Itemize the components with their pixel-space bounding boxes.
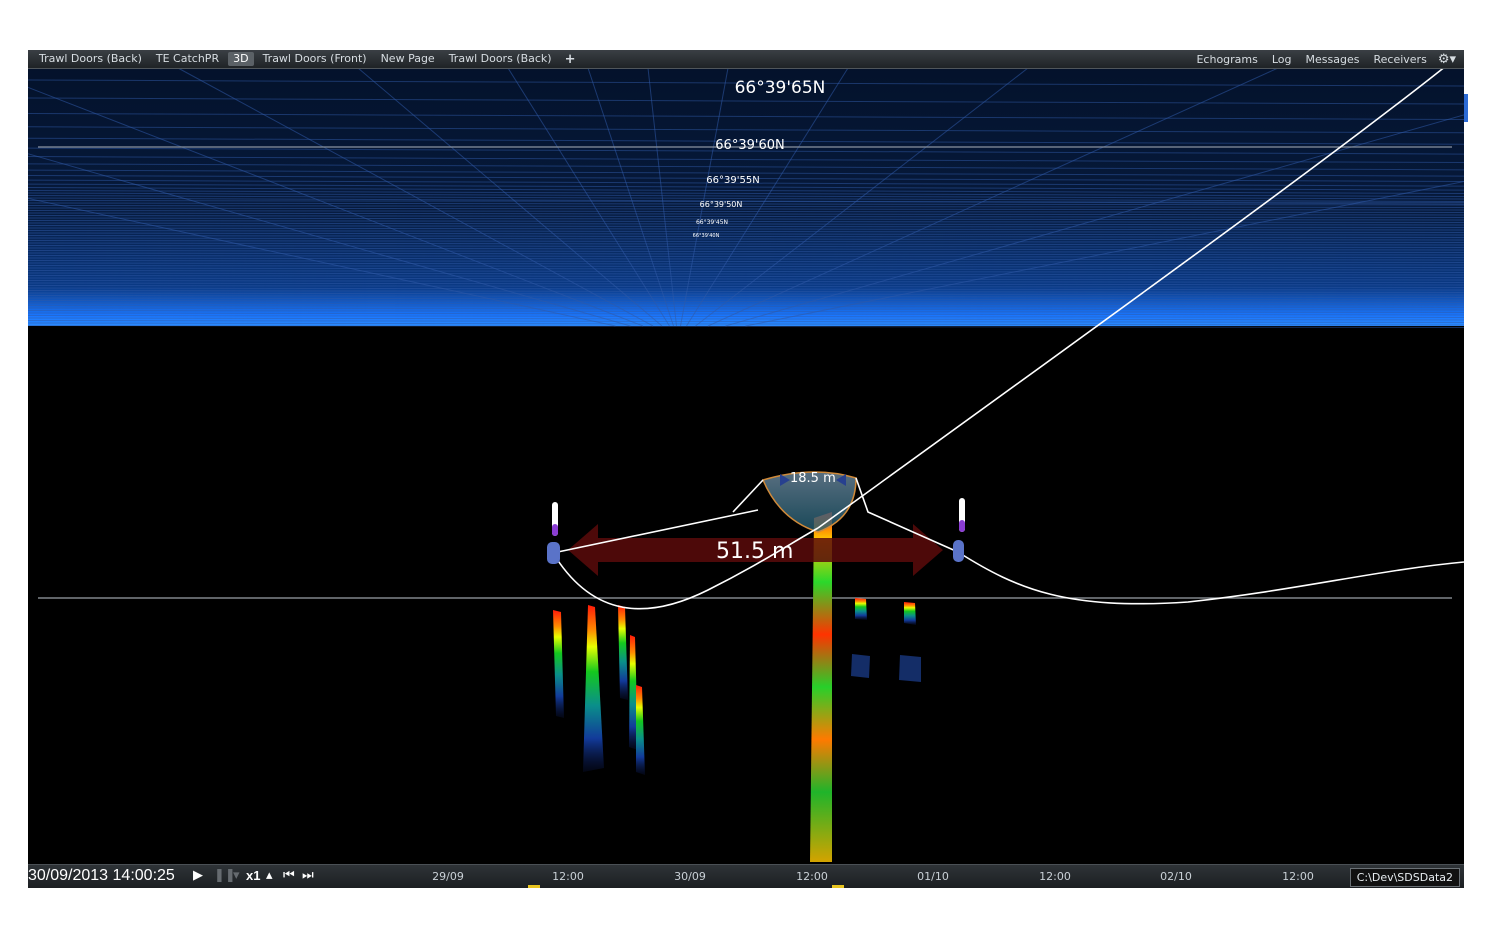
app-window: 66°39'65N 66°39'60N 66°39'55N 66°39'50N …: [28, 50, 1464, 888]
echogram-column: [899, 655, 921, 682]
net-opening-value: 18.5 m: [790, 471, 836, 486]
page-tabs: Trawl Doors (Back) TE CatchPR 3D Trawl D…: [32, 50, 582, 68]
timeline-tick: 02/10: [1160, 870, 1192, 883]
side-scroll-indicator[interactable]: [1464, 94, 1468, 122]
play-icon[interactable]: ▶: [193, 868, 203, 883]
log-link[interactable]: Log: [1265, 53, 1299, 66]
current-timestamp: 30/09/2013 14:00:25: [28, 867, 175, 884]
latitude-label: 66°39'40N: [692, 233, 720, 239]
speed-down-icon[interactable]: ▾: [233, 868, 240, 883]
tab-trawl-doors-back-2[interactable]: Trawl Doors (Back): [442, 50, 559, 68]
timeline-tick: 12:00: [552, 870, 584, 883]
echogram-column: [636, 685, 645, 775]
echogram-column: [583, 605, 604, 772]
echogram-columns: [553, 512, 921, 862]
echogram-column: [851, 654, 870, 678]
door-spread-value: 51.5 m: [716, 539, 794, 564]
timeline-tick: 12:00: [796, 870, 828, 883]
speed-up-icon[interactable]: ▴: [266, 868, 273, 883]
top-right-links: Echograms Log Messages Receivers ⚙▾: [1189, 50, 1460, 68]
echogram-main-column: [810, 512, 832, 862]
latitude-label: 66°39'65N: [734, 78, 826, 98]
timeline-playhead[interactable]: [832, 885, 844, 888]
timeline-tick: 29/09: [432, 870, 464, 883]
tab-te-catchpr[interactable]: TE CatchPR: [149, 50, 226, 68]
latitude-label: 66°39'60N: [715, 138, 785, 153]
skip-back-icon[interactable]: ⏮: [283, 868, 295, 883]
tab-new-page[interactable]: New Page: [374, 50, 442, 68]
messages-link[interactable]: Messages: [1299, 53, 1367, 66]
add-tab-button[interactable]: +: [559, 52, 582, 67]
echogram-column: [618, 605, 628, 700]
tab-3d[interactable]: 3D: [228, 52, 254, 66]
trawl-door-left[interactable]: [547, 502, 560, 564]
playback-speed[interactable]: x1: [246, 868, 260, 883]
latitude-label: 66°39'50N: [699, 200, 743, 209]
latitude-label: 66°39'55N: [706, 175, 760, 186]
timeline-tick: 12:00: [1282, 870, 1314, 883]
playback-timeline: 30/09/2013 14:00:25 ▶ ❚❚ ▾ x1 ▴ ⏮ ⏭ 29/0…: [28, 864, 1464, 888]
gear-icon[interactable]: ⚙▾: [1434, 52, 1460, 67]
echogram-column: [904, 602, 916, 625]
skip-forward-icon[interactable]: ⏭: [302, 868, 314, 883]
data-folder-path[interactable]: C:\Dev\SDSData2: [1349, 868, 1460, 887]
echogram-column: [855, 598, 867, 620]
echogram-column: [553, 610, 564, 718]
timeline-marker[interactable]: [528, 885, 540, 888]
timeline-tick: 30/09: [674, 870, 706, 883]
tab-trawl-doors-back[interactable]: Trawl Doors (Back): [32, 50, 149, 68]
latitude-label: 66°39'45N: [695, 219, 729, 226]
trawl-door-right[interactable]: [953, 498, 965, 562]
tab-bar: Trawl Doors (Back) TE CatchPR 3D Trawl D…: [28, 50, 1464, 69]
perspective-grid: [28, 67, 1464, 329]
tab-trawl-doors-front[interactable]: Trawl Doors (Front): [256, 50, 374, 68]
timeline-tick: 01/10: [917, 870, 949, 883]
receivers-link[interactable]: Receivers: [1366, 53, 1433, 66]
timeline-tick: 12:00: [1039, 870, 1071, 883]
echograms-link[interactable]: Echograms: [1189, 53, 1264, 66]
